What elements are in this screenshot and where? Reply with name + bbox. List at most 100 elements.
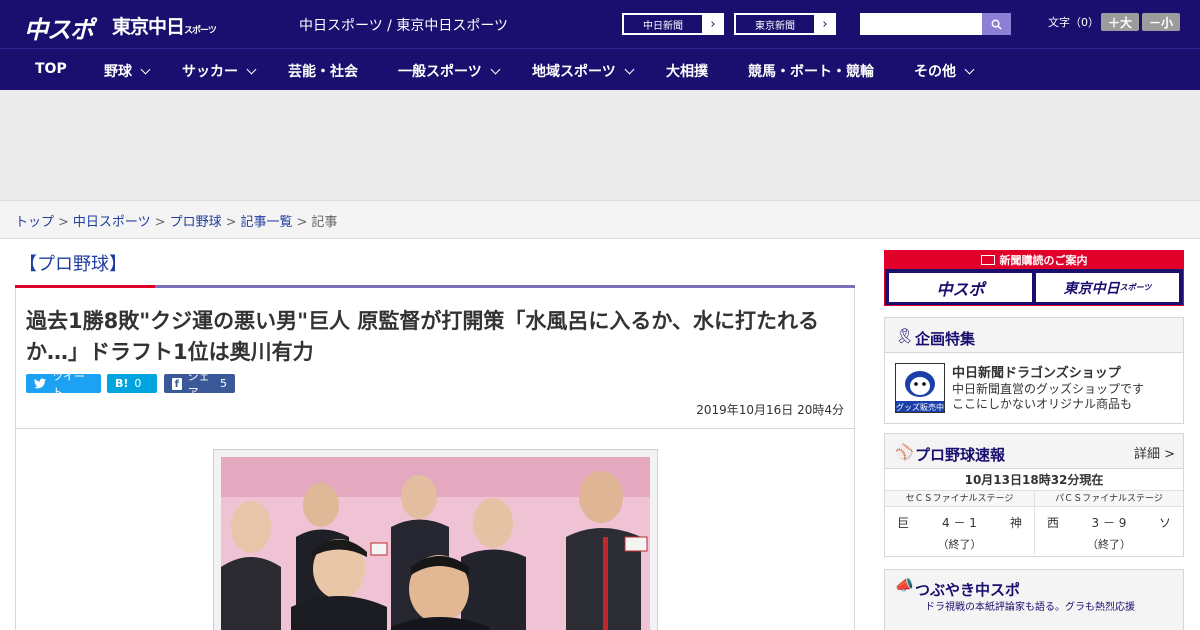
breadcrumb-article-list[interactable]: 記事一覧 (241, 215, 293, 230)
search-input[interactable] (860, 13, 982, 35)
tsubuyaki-title[interactable]: つぶやき中スポ (915, 579, 1020, 600)
game-status: （終了） (937, 538, 982, 551)
top-header: 中スポ 東京中日スポーツ 中日スポーツ / 東京中日スポーツ 中日新聞 › 東京… (0, 0, 1200, 48)
font-smaller-button[interactable]: －小 (1142, 13, 1180, 31)
subscribe-chuspo-button[interactable]: 中スポ (889, 273, 1032, 302)
nav-label: 一般スポーツ (398, 64, 482, 80)
newspaper-icon (980, 255, 995, 265)
tsubuyaki-subtitle: ドラ視戦の本紙評論家も語る。グラも熱烈応援 (925, 602, 1135, 613)
article-photo-frame (213, 449, 658, 630)
scores-timestamp: 10月13日18時32分現在 (885, 469, 1183, 491)
tokyo-logo-small: スポーツ (184, 26, 217, 36)
game-stage: セＣＳファイナルステージ (885, 491, 1034, 507)
hatena-count: 0 (134, 377, 142, 390)
dragons-shop-name[interactable]: 中日新聞ドラゴンズショップ (952, 362, 1121, 381)
tokyo-shimbun-label: 東京新聞 (735, 14, 815, 34)
chevron-right-icon: › (710, 16, 716, 32)
chunichi-shimbun-link[interactable]: 中日新聞 › (622, 13, 724, 35)
nav-label: 大相撲 (666, 64, 708, 80)
home-team: 西 (1047, 516, 1060, 530)
tweet-button[interactable]: ツイート (26, 370, 101, 399)
nav-soccer[interactable]: サッカー (182, 61, 257, 81)
breadcrumb-separator: > (296, 215, 308, 230)
nav-sumo[interactable]: 大相撲 (666, 61, 708, 81)
font-size-label: 文字（0） (1048, 16, 1099, 29)
article-headline: 過去1勝8敗"クジ運の悪い男"巨人 原監督が打開策「水風呂に入るか、水に打たれる… (26, 309, 819, 364)
subscription-promo: 新聞購読のご案内 中スポ 東京中日 スポーツ (884, 250, 1184, 306)
chevron-down-icon (964, 64, 975, 74)
subscription-title-text: 新聞購読のご案内 (999, 254, 1088, 267)
score-grid: セＣＳファイナルステージ 巨 4 － 1 神 （終了） パＣＳファイナルステージ… (885, 491, 1183, 554)
dragons-shop-description: 中日新聞直営のグッズショップです ここにしかないオリジナル商品も (952, 382, 1144, 412)
breadcrumb-separator: > (225, 215, 237, 230)
baseball-icon: ⚾ (895, 443, 914, 461)
publish-date: 2019年10月16日 20時4分 (696, 403, 844, 417)
hatena-bookmark-button[interactable]: B! 0 (107, 374, 157, 393)
nav-other[interactable]: その他 (914, 61, 975, 81)
article-photo[interactable] (221, 457, 650, 630)
ad-banner-area (0, 90, 1200, 200)
chevron-down-icon (140, 64, 151, 74)
article-divider (16, 428, 854, 429)
tsubuyaki-panel-header: 📣 つぶやき中スポ ドラ視戦の本紙評論家も語る。グラも熱烈応援 (885, 570, 1183, 630)
baseball-scores-panel: ⚾ プロ野球速報 詳細 > 10月13日18時32分現在 セＣＳファイナルステー… (884, 433, 1184, 557)
facebook-icon: f (172, 377, 182, 390)
shop-desc-line: ここにしかないオリジナル商品も (952, 397, 1133, 411)
chevron-down-icon (624, 64, 635, 74)
nav-label: 地域スポーツ (532, 64, 616, 80)
nav-horse-racing[interactable]: 競馬・ボート・競輪 (748, 61, 874, 81)
breadcrumb-separator: > (154, 215, 166, 230)
search-icon (991, 19, 1002, 30)
subscribe-tokyo-chunichi-button[interactable]: 東京中日 スポーツ (1036, 273, 1179, 302)
subscribe-tokyo-label: 東京中日 (1063, 280, 1120, 297)
tokyo-chunichi-logo[interactable]: 東京中日スポーツ (112, 12, 217, 39)
article-card: 過去1勝8敗"クジ運の悪い男"巨人 原監督が打開策「水風呂に入るか、水に打たれる… (15, 288, 855, 630)
scores-panel-header: ⚾ プロ野球速報 詳細 > (885, 434, 1183, 469)
main-nav: TOP 野球 サッカー 芸能・社会 一般スポーツ 地域スポーツ 大相撲 競馬・ボ… (0, 48, 1200, 90)
facebook-share-count: 5 (220, 377, 227, 390)
ribbon-icon: 🎗 (895, 327, 915, 345)
chevron-right-icon: › (822, 16, 828, 32)
site-title: 中日スポーツ / 東京中日スポーツ (299, 18, 509, 34)
megaphone-icon: 📣 (895, 576, 914, 594)
nav-label: その他 (914, 64, 956, 80)
game-score-row: 巨 4 － 1 神 (897, 514, 1022, 531)
facebook-share-label: シェア (187, 369, 210, 399)
nav-general-sports[interactable]: 一般スポーツ (398, 61, 501, 81)
score: 3 － 9 (1091, 516, 1127, 530)
hatena-bookmark-icon: B! (115, 377, 129, 390)
score-game-pacific[interactable]: パＣＳファイナルステージ 西 3 － 9 ソ （終了） (1034, 491, 1183, 554)
feature-panel-header: 🎗 企画特集 (885, 318, 1183, 353)
shop-desc-line: 中日新聞直営のグッズショップです (952, 382, 1145, 396)
twitter-icon (34, 378, 47, 389)
nav-top[interactable]: TOP (35, 61, 67, 77)
tokyo-shimbun-link[interactable]: 東京新聞 › (734, 13, 836, 35)
game-stage: パＣＳファイナルステージ (1035, 491, 1183, 507)
breadcrumb-top[interactable]: トップ (15, 215, 54, 230)
nav-entertainment[interactable]: 芸能・社会 (288, 61, 358, 81)
tsubuyaki-panel: 📣 つぶやき中スポ ドラ視戦の本紙評論家も語る。グラも熱烈応援 (884, 569, 1184, 630)
breadcrumb-separator: > (58, 215, 69, 230)
nav-baseball[interactable]: 野球 (104, 61, 151, 81)
nav-label: 競馬・ボート・競輪 (748, 64, 874, 80)
press-conference-photo (221, 457, 650, 630)
chuspo-logo[interactable]: 中スポ (24, 10, 94, 45)
search-button[interactable] (982, 13, 1011, 35)
breadcrumb-chunichi-sports[interactable]: 中日スポーツ (73, 215, 151, 230)
nav-label: 野球 (104, 64, 132, 80)
score-game-central[interactable]: セＣＳファイナルステージ 巨 4 － 1 神 （終了） (885, 491, 1034, 554)
game-score-row: 西 3 － 9 ソ (1047, 514, 1171, 531)
category-title: 【プロ野球】 (19, 254, 127, 275)
feature-panel: 🎗 企画特集 グッズ販売中 中日新聞ドラゴンズショップ 中日新聞直営のグッズショ… (884, 317, 1184, 424)
facebook-share-button[interactable]: f シェア 5 (164, 370, 235, 399)
nav-regional-sports[interactable]: 地域スポーツ (532, 61, 635, 81)
scores-panel-title: プロ野球速報 (915, 446, 1006, 464)
dragons-shop-thumbnail[interactable]: グッズ販売中 (895, 363, 945, 413)
breadcrumb-pro-baseball[interactable]: プロ野球 (170, 215, 222, 230)
font-larger-button[interactable]: ＋大 (1101, 13, 1139, 31)
game-status: （終了） (1087, 538, 1131, 551)
scores-details-link[interactable]: 詳細 > (1134, 443, 1175, 462)
breadcrumb: トップ > 中日スポーツ > プロ野球 > 記事一覧 > 記事 (0, 200, 1200, 239)
tweet-label: ツイート (52, 369, 86, 399)
chevron-down-icon (490, 64, 501, 74)
